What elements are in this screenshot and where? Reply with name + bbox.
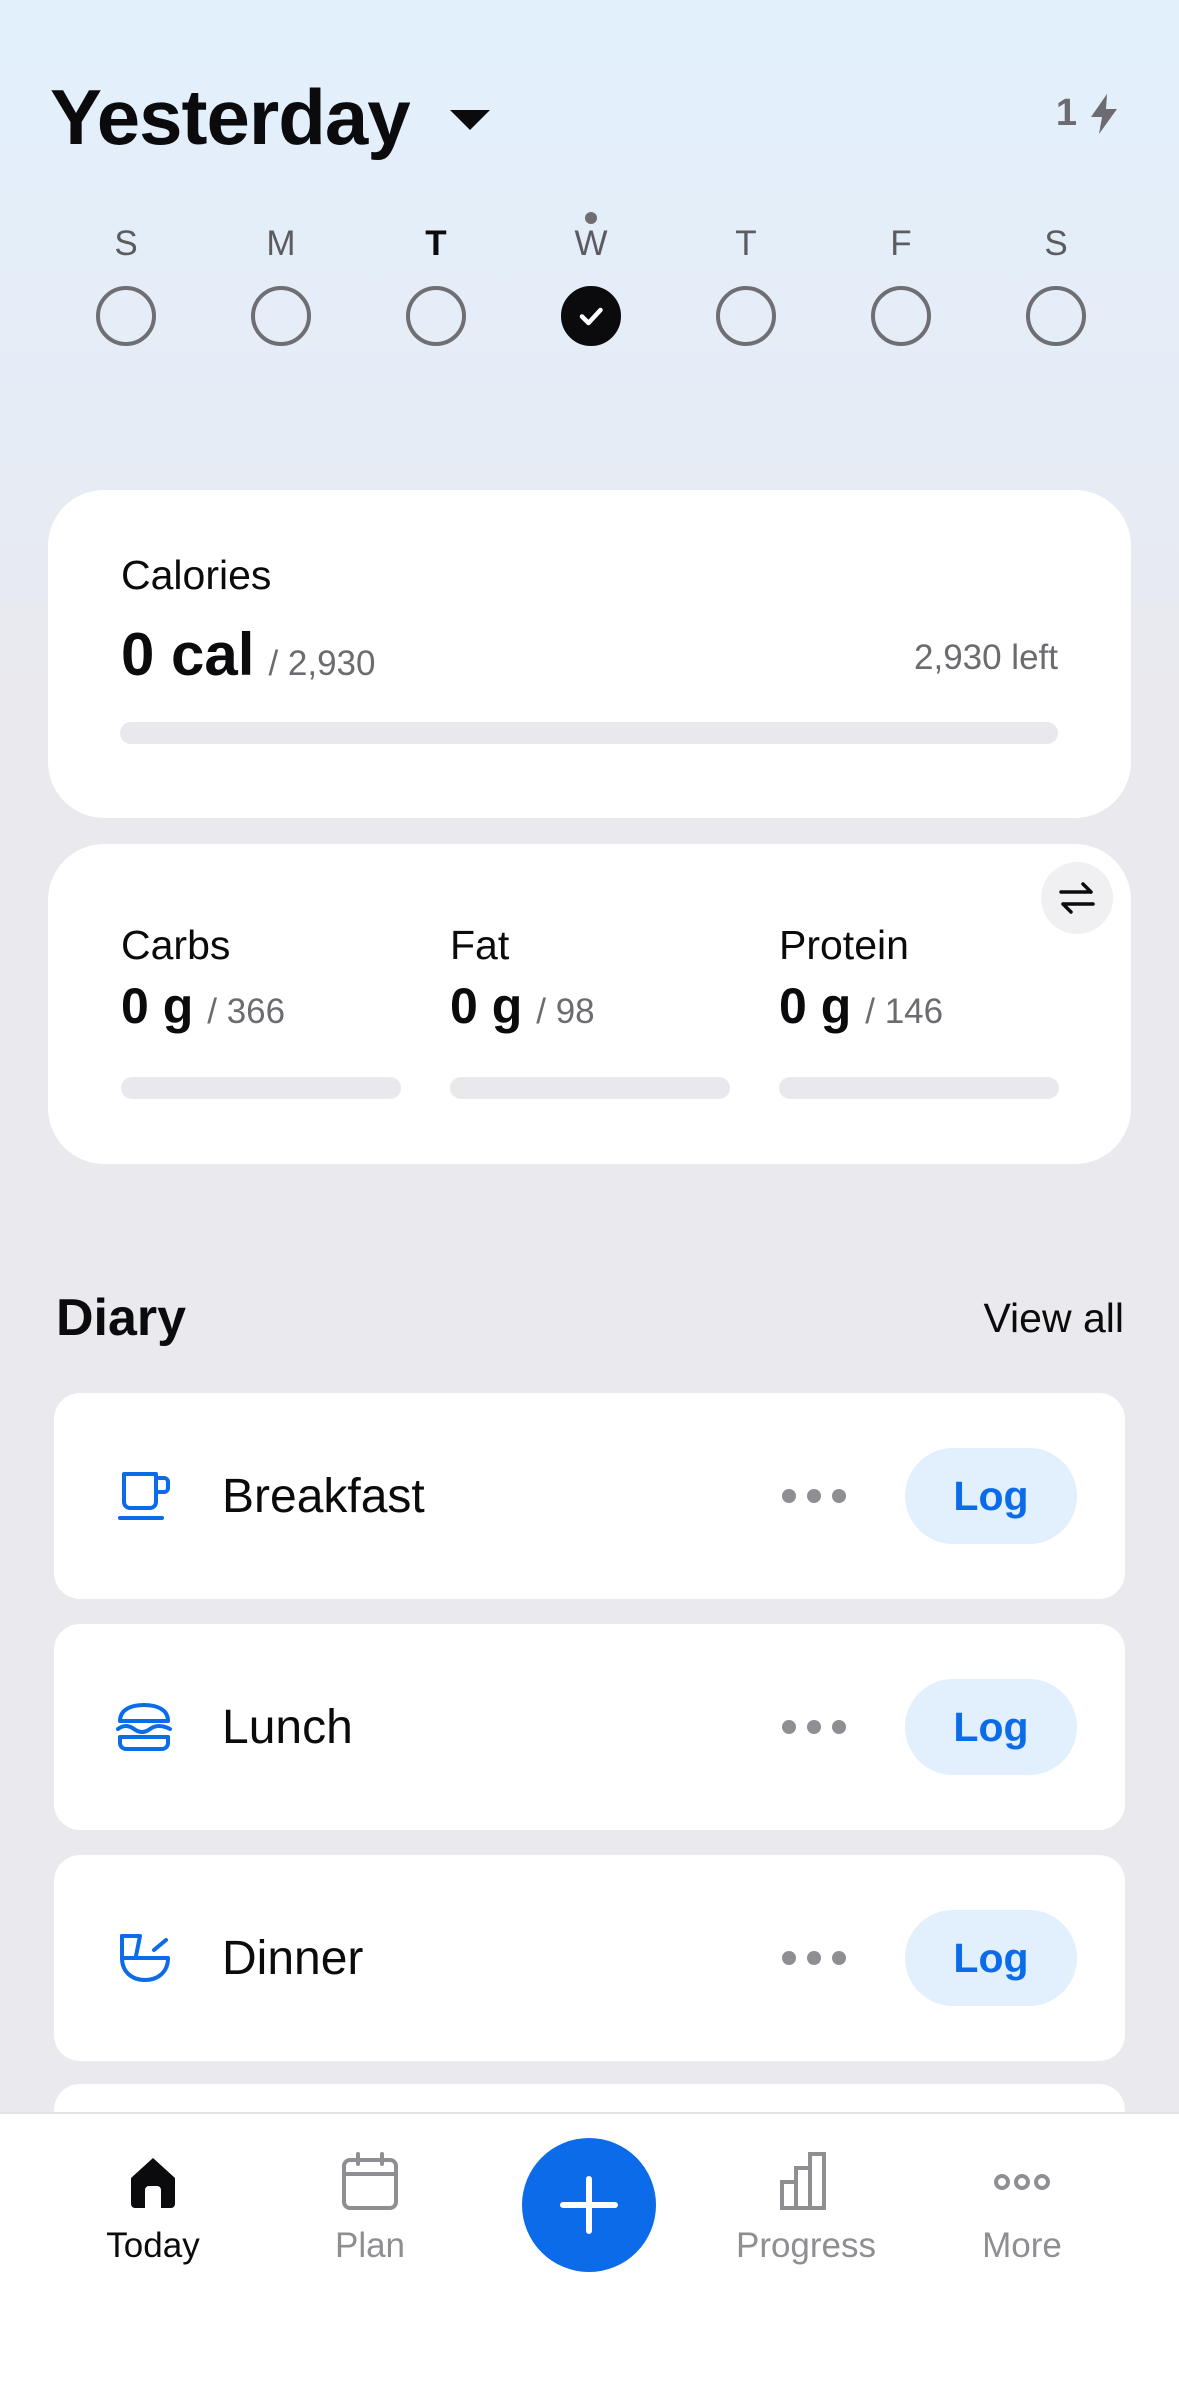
macro-value: 0 g [779, 978, 852, 1034]
macro-progress-bar [121, 1077, 401, 1099]
checkmark-icon [579, 307, 603, 326]
day-saturday[interactable]: S [994, 218, 1118, 346]
day-friday[interactable]: F [839, 218, 963, 346]
view-all-link[interactable]: View all [983, 1295, 1124, 1342]
bowl-icon [104, 1918, 184, 1998]
day-letter: W [574, 224, 608, 263]
caret-down-icon [449, 110, 490, 130]
calories-value-row: 0 cal / 2,930 [121, 620, 376, 689]
meal-row-dinner[interactable]: Dinner Log [54, 1855, 1125, 2061]
day-tuesday[interactable]: T [374, 218, 498, 346]
macro-value: 0 g [121, 978, 194, 1034]
meal-row-breakfast[interactable]: Breakfast Log [54, 1393, 1125, 1599]
day-circle [561, 286, 621, 346]
meal-row-lunch[interactable]: Lunch Log [54, 1624, 1125, 1830]
macros-row: Carbs 0 g / 366 Fat 0 g / 98 Protein 0 g… [121, 922, 1059, 1099]
macro-goal: / 98 [536, 992, 595, 1031]
macro-progress-bar [450, 1077, 730, 1099]
today-indicator-dot [585, 212, 597, 224]
macros-card[interactable]: Carbs 0 g / 366 Fat 0 g / 98 Protein 0 g… [48, 844, 1131, 1164]
day-circle [406, 286, 466, 346]
day-circle [1026, 286, 1086, 346]
macro-fat: Fat 0 g / 98 [450, 922, 730, 1099]
log-breakfast-button[interactable]: Log [905, 1448, 1077, 1544]
tab-label: Progress [735, 2226, 877, 2265]
more-options-icon[interactable] [782, 1481, 846, 1511]
more-dots-icon [994, 2174, 1050, 2190]
tab-label: Plan [334, 2226, 406, 2265]
diary-title: Diary [56, 1289, 187, 1347]
bottom-tab-bar: Today Plan Progress More [0, 2112, 1179, 2396]
page-title: Yesterday [50, 72, 411, 161]
log-dinner-button[interactable]: Log [905, 1910, 1077, 2006]
day-letter: S [1044, 224, 1068, 263]
calories-goal: / 2,930 [268, 644, 376, 683]
week-strip: S M T W T F S [64, 212, 1118, 346]
calendar-icon [342, 2152, 398, 2210]
macro-value-row: 0 g / 146 [779, 977, 1059, 1035]
tab-today[interactable]: Today [53, 2150, 253, 2266]
streak-badge[interactable]: 1 [1056, 92, 1119, 135]
meal-name: Lunch [222, 1700, 353, 1754]
home-icon [131, 2158, 175, 2208]
macro-value-row: 0 g / 366 [121, 977, 401, 1035]
calories-card[interactable]: Calories 0 cal / 2,930 2,930 left [48, 490, 1131, 818]
day-circle [871, 286, 931, 346]
macro-value-row: 0 g / 98 [450, 977, 730, 1035]
diary-header: Diary View all [56, 1288, 1124, 1348]
macro-goal: / 366 [207, 992, 286, 1031]
macro-carbs: Carbs 0 g / 366 [121, 922, 401, 1099]
lightning-icon [1091, 93, 1117, 134]
macro-progress-bar [779, 1077, 1059, 1099]
day-circle [96, 286, 156, 346]
meal-name: Breakfast [222, 1469, 425, 1523]
day-sunday[interactable]: S [64, 218, 188, 346]
macro-name: Protein [779, 922, 909, 968]
streak-count: 1 [1055, 92, 1077, 134]
coffee-cup-icon [104, 1456, 184, 1536]
day-letter: S [114, 224, 138, 263]
calories-remaining: 2,930 left [914, 638, 1058, 677]
calories-value: 0 cal [121, 621, 255, 688]
more-options-icon[interactable] [782, 1943, 846, 1973]
burger-icon [104, 1687, 184, 1767]
more-options-icon[interactable] [782, 1712, 846, 1742]
plus-icon [560, 2176, 618, 2234]
macro-name: Carbs [121, 922, 231, 968]
swap-arrows-icon [1059, 882, 1095, 914]
macro-protein: Protein 0 g / 146 [779, 922, 1059, 1099]
tab-progress[interactable]: Progress [706, 2150, 906, 2266]
tab-plan[interactable]: Plan [270, 2150, 470, 2266]
log-lunch-button[interactable]: Log [905, 1679, 1077, 1775]
add-button[interactable] [522, 2138, 656, 2272]
calories-label: Calories [121, 552, 272, 598]
tab-label: Today [106, 2226, 200, 2265]
day-circle [251, 286, 311, 346]
meal-name: Dinner [222, 1931, 364, 1985]
day-letter: T [735, 224, 757, 263]
day-letter: F [890, 224, 912, 263]
macro-name: Fat [450, 922, 510, 968]
day-circle [716, 286, 776, 346]
day-monday[interactable]: M [219, 218, 343, 346]
bar-chart-icon [780, 2152, 826, 2210]
day-thursday[interactable]: T [684, 218, 808, 346]
day-wednesday[interactable]: W [529, 212, 653, 346]
macro-value: 0 g [450, 978, 523, 1034]
day-letter: M [266, 224, 296, 263]
date-selector[interactable]: Yesterday [50, 72, 490, 162]
tab-label: More [982, 2226, 1062, 2265]
macro-goal: / 146 [865, 992, 944, 1031]
calories-progress-bar [120, 722, 1058, 744]
day-letter: T [425, 224, 447, 263]
tab-more[interactable]: More [922, 2150, 1122, 2266]
